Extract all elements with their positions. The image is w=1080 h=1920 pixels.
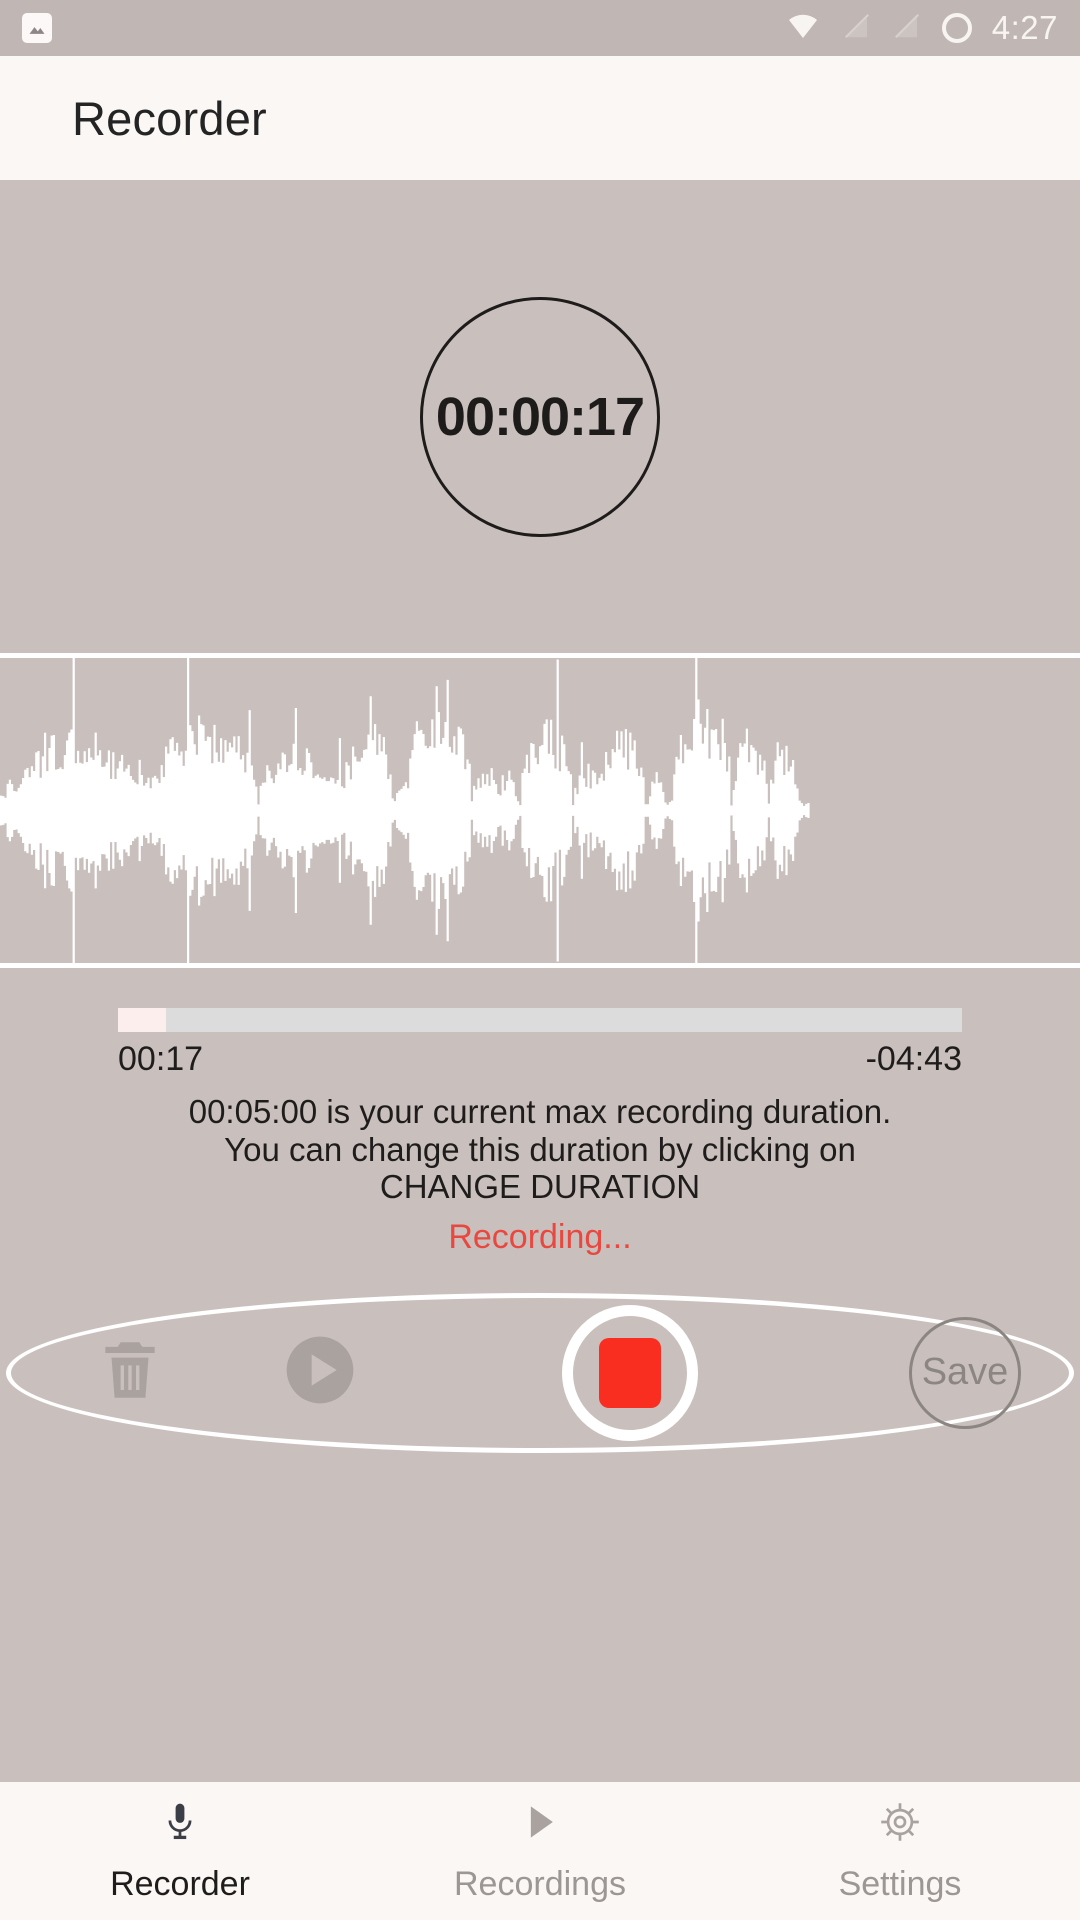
nav-label-recorder: Recorder (110, 1865, 250, 1903)
audio-waveform (0, 658, 810, 963)
status-bar-system-icons: 4:27 (784, 9, 1058, 47)
save-button-label: Save (921, 1351, 1009, 1394)
circle-ring-icon (941, 13, 972, 43)
seek-area: 00:17 -04:43 00:05:00 is your current ma… (0, 968, 1080, 1257)
change-duration-link[interactable]: CHANGE DURATION (118, 1168, 962, 1206)
controls-row: Save (0, 1293, 1080, 1453)
play-icon (518, 1798, 562, 1851)
status-bar: 4:27 (0, 0, 1080, 56)
recording-status: Recording... (448, 1217, 632, 1256)
play-button[interactable] (230, 1330, 410, 1415)
nav-item-recordings[interactable]: Recordings (360, 1798, 720, 1904)
app-bar: Recorder (0, 56, 1080, 180)
signal-no-sim-icon (842, 10, 872, 47)
controls-area: Save (0, 1256, 1080, 1782)
seek-remaining-label: -04:43 (865, 1040, 962, 1078)
seek-slider[interactable] (118, 1008, 962, 1032)
nav-label-settings: Settings (838, 1865, 962, 1903)
nav-item-recorder[interactable]: Recorder (0, 1798, 360, 1904)
wifi-icon (784, 10, 822, 47)
save-circle-outline: Save (909, 1316, 1021, 1429)
status-bar-notifications (22, 13, 52, 43)
record-stop-button[interactable] (410, 1304, 850, 1441)
stop-record-icon (599, 1337, 661, 1408)
photo-icon (22, 13, 52, 43)
trash-icon (93, 1330, 167, 1415)
recorder-app: 4:27 Recorder 00:00:17 00:17 -04:43 00:0… (0, 0, 1080, 1920)
record-button-ring (562, 1304, 698, 1441)
bottom-navigation: Recorder Recordings Settings (0, 1782, 1080, 1920)
seek-elapsed-label: 00:17 (118, 1040, 204, 1078)
microphone-icon (158, 1798, 202, 1851)
nav-label-recordings: Recordings (454, 1865, 626, 1903)
timer-circle: 00:00:17 (420, 296, 660, 537)
waveform-panel (0, 653, 1080, 968)
timer-area: 00:00:17 (0, 180, 1080, 653)
seek-progress-fill (118, 1008, 167, 1032)
delete-button[interactable] (30, 1330, 230, 1415)
page-title: Recorder (72, 91, 267, 145)
duration-info: 00:05:00 is your current max recording d… (118, 1093, 962, 1257)
nav-item-settings[interactable]: Settings (720, 1798, 1080, 1904)
play-circle-icon (280, 1330, 360, 1415)
elapsed-timer: 00:00:17 (435, 386, 645, 447)
seek-time-labels: 00:17 -04:43 (118, 1040, 962, 1079)
status-bar-clock: 4:27 (991, 9, 1058, 46)
info-line-1: 00:05:00 is your current max recording d… (188, 1093, 892, 1130)
gear-icon (877, 1798, 923, 1851)
save-button[interactable]: Save (850, 1316, 1080, 1429)
signal-no-sim-icon-2 (892, 10, 922, 47)
info-line-2: You can change this duration by clicking… (224, 1130, 856, 1168)
